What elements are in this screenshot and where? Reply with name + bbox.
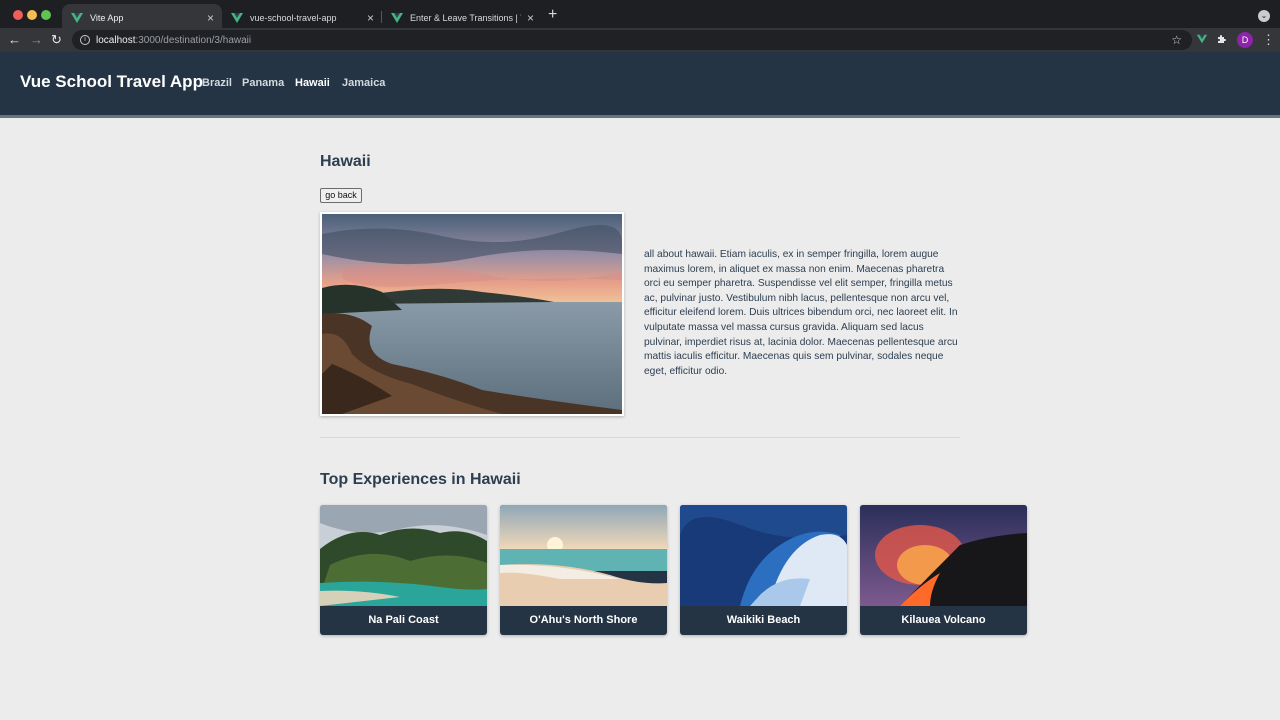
nav-link-jamaica[interactable]: Jamaica (342, 77, 385, 89)
tab-title: Vite App (90, 13, 124, 23)
window-close-button[interactable] (13, 10, 23, 20)
window-minimize-button[interactable] (27, 10, 37, 20)
destination-description: all about hawaii. Etiam iaculis, ex in s… (644, 249, 958, 377)
vue-logo-icon (71, 13, 83, 23)
experience-image (320, 505, 487, 606)
profile-avatar[interactable]: D (1237, 32, 1253, 48)
vue-logo-icon (391, 13, 403, 23)
experience-image (860, 505, 1027, 606)
tab-title: vue-school-travel-app (250, 13, 337, 23)
tab-close-icon[interactable]: × (527, 11, 534, 25)
nav-link-hawaii[interactable]: Hawaii (295, 77, 330, 89)
header-border (0, 115, 1280, 118)
vue-logo-icon (231, 13, 243, 23)
experience-card-kilauea-volcano[interactable]: Kilauea Volcano (860, 505, 1027, 635)
nav-link-brazil[interactable]: Brazil (202, 77, 232, 89)
star-icon[interactable]: ☆ (1171, 33, 1182, 47)
address-host: localhost (96, 34, 136, 46)
experiences-title: Top Experiences in Hawaii (320, 471, 521, 488)
address-path: :3000/destination/3/hawaii (135, 34, 252, 46)
forward-arrow-icon[interactable]: → (30, 33, 43, 47)
window-zoom-button[interactable] (41, 10, 51, 20)
section-divider (320, 437, 960, 438)
reload-icon[interactable]: ↻ (51, 33, 62, 47)
brand-link[interactable]: Vue School Travel App (20, 72, 203, 92)
vue-logo-icon[interactable] (1196, 33, 1208, 45)
tab-close-icon[interactable]: × (367, 11, 374, 25)
experience-name: Waikiki Beach (726, 614, 801, 626)
experience-image (500, 505, 667, 606)
experience-image (680, 505, 847, 606)
experience-card-waikiki-beach[interactable]: Waikiki Beach (680, 505, 847, 635)
tab-search-icon[interactable]: ⌄ (1258, 10, 1270, 22)
experience-card-oahu-north-shore[interactable]: O'Ahu's North Shore (500, 505, 667, 635)
destination-image (320, 212, 624, 416)
experience-name: Kilauea Volcano (901, 614, 986, 626)
info-icon[interactable]: i (80, 35, 90, 45)
go-back-button[interactable]: go back (320, 188, 362, 203)
experience-name: Na Pali Coast (368, 614, 439, 626)
hawaii-coast-photo (322, 214, 622, 414)
tab-close-icon[interactable]: × (207, 11, 214, 25)
experience-card-na-pali-coast[interactable]: Na Pali Coast (320, 505, 487, 635)
tab-title: Enter & Leave Transitions | Vue (410, 13, 521, 23)
back-arrow-icon[interactable]: ← (8, 33, 21, 47)
new-tab-button[interactable]: + (548, 6, 557, 24)
experience-name: O'Ahu's North Shore (529, 614, 638, 626)
kebab-menu-icon[interactable]: ⋮ (1262, 32, 1275, 48)
address-bar[interactable]: i localhost :3000/destination/3/hawaii ☆ (72, 30, 1192, 50)
nav-link-panama[interactable]: Panama (242, 77, 284, 89)
page-title: Hawaii (320, 153, 371, 170)
puzzle-icon[interactable] (1216, 33, 1228, 45)
